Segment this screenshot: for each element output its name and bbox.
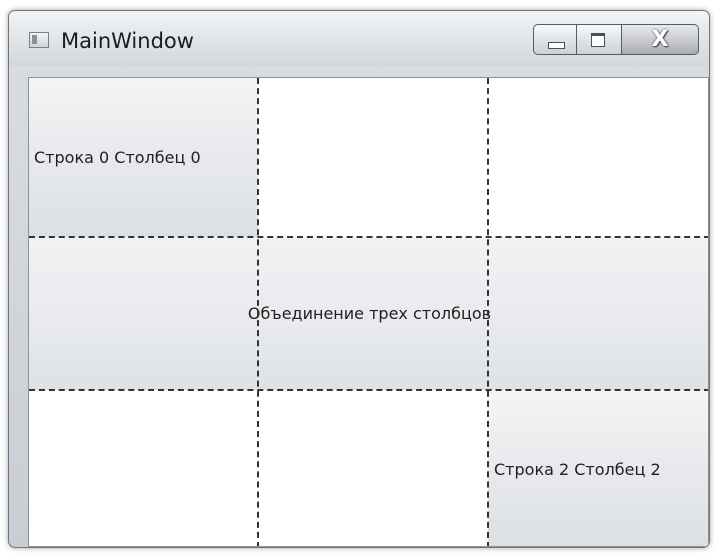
title-bar[interactable]: MainWindow X: [9, 11, 709, 66]
window-title: MainWindow: [61, 29, 194, 53]
minimize-button[interactable]: [533, 24, 577, 55]
cell-row0-col0-label: Строка 0 Столбец 0: [34, 148, 201, 167]
cell-row2-col0: [29, 390, 258, 546]
cell-row1-span: Объединение трех столбцов: [29, 237, 708, 390]
cell-row2-col1: [258, 390, 488, 546]
close-button[interactable]: X: [621, 24, 699, 55]
cell-row1-span-label: Объединение трех столбцов: [247, 304, 492, 323]
main-window: MainWindow X Строка 0 Столбец 0 Объедине…: [8, 10, 710, 548]
cell-row0-col0: Строка 0 Столбец 0: [29, 78, 258, 237]
maximize-icon: [591, 33, 605, 47]
window-app-icon[interactable]: [29, 32, 49, 48]
minimize-icon: [548, 42, 565, 49]
caption-buttons: X: [533, 24, 699, 57]
cell-row0-col1: [258, 78, 488, 237]
grid-column-divider-2: [487, 78, 489, 546]
grid-row-divider-1: [29, 236, 708, 238]
cell-row2-col2: Строка 2 Столбец 2: [488, 390, 708, 546]
maximize-button[interactable]: [577, 24, 621, 55]
grid-row-divider-2: [29, 389, 708, 391]
cell-row2-col2-label: Строка 2 Столбец 2: [494, 459, 661, 479]
cell-row0-col2: [488, 78, 708, 237]
grid-column-divider-1: [257, 78, 259, 546]
close-icon: X: [651, 27, 669, 52]
grid-client-area: Строка 0 Столбец 0 Объединение трех стол…: [28, 77, 709, 547]
